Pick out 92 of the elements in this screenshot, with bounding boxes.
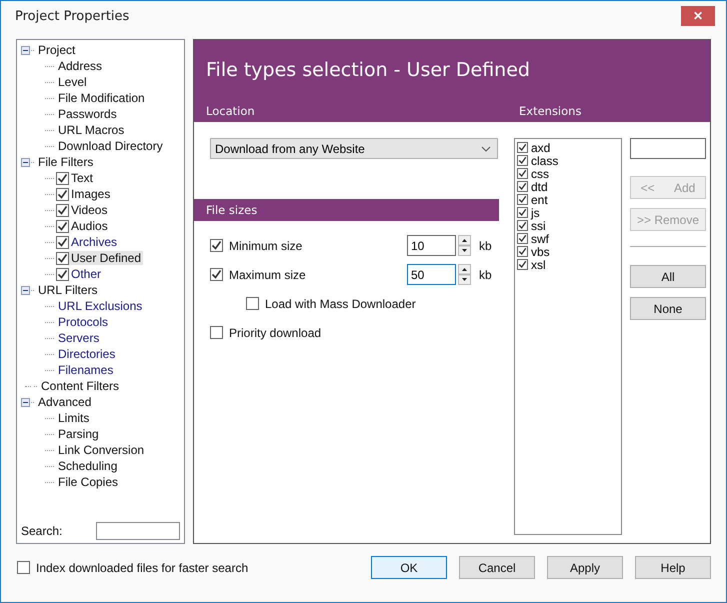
extension-item[interactable]: ssi — [531, 218, 546, 232]
dialog-button[interactable]: Cancel — [459, 556, 535, 579]
checkbox[interactable] — [517, 142, 528, 153]
select-none-button[interactable]: None — [630, 297, 706, 320]
tree-item[interactable]: Other — [69, 267, 104, 281]
checkbox[interactable] — [56, 268, 69, 280]
checkbox[interactable] — [517, 194, 528, 205]
location-heading: Location — [205, 104, 256, 118]
checkbox[interactable] — [246, 297, 259, 310]
option-label: Priority download — [229, 326, 322, 340]
dialog-button[interactable]: Help — [635, 556, 711, 579]
tree-item[interactable]: Advanced — [36, 395, 94, 409]
size-label: Maximum size — [229, 268, 306, 282]
tree-item[interactable]: Filenames — [56, 363, 116, 377]
checkbox[interactable] — [56, 220, 69, 232]
collapse-icon[interactable] — [21, 398, 30, 406]
checkbox[interactable] — [517, 181, 528, 192]
extension-item[interactable]: class — [531, 154, 558, 168]
select-all-button[interactable]: All — [630, 265, 706, 288]
size-label: Minimum size — [229, 238, 302, 252]
panel-title: File types selection - User Defined — [206, 59, 530, 81]
unit-label: kb — [478, 238, 493, 252]
chevron-down-icon — [481, 146, 491, 152]
tree-item[interactable]: Text — [69, 171, 96, 185]
checkbox[interactable] — [56, 188, 69, 200]
close-button[interactable]: ✕ — [681, 6, 715, 26]
checkbox[interactable] — [517, 259, 528, 270]
tree-item[interactable]: Passwords — [56, 107, 119, 121]
checkbox[interactable] — [56, 236, 69, 248]
tree-item[interactable]: File Modification — [56, 91, 147, 105]
tree-item[interactable]: Address — [56, 59, 104, 73]
tree-item[interactable]: Protocols — [56, 315, 110, 329]
tree-item[interactable]: Link Conversion — [56, 443, 146, 457]
size-field[interactable]: 50 — [407, 264, 456, 285]
tree-item[interactable]: URL Macros — [56, 123, 126, 137]
checkbox[interactable] — [56, 204, 69, 216]
checkbox[interactable] — [517, 155, 528, 166]
tree-item[interactable]: Download Directory — [56, 139, 165, 153]
tree-item[interactable]: Directories — [56, 347, 118, 361]
unit-label: kb — [478, 268, 493, 282]
tree-item[interactable]: Archives — [69, 235, 120, 249]
tree-item[interactable]: User Defined — [69, 251, 144, 265]
search-label: Search: — [21, 524, 62, 538]
checkbox[interactable] — [210, 268, 223, 281]
checkbox[interactable] — [517, 207, 528, 218]
checkbox[interactable] — [210, 239, 223, 252]
collapse-icon[interactable] — [21, 286, 30, 294]
tree-item[interactable]: Content Filters — [39, 379, 122, 393]
extension-item[interactable]: xsl — [531, 258, 546, 272]
tree-item[interactable]: Limits — [56, 411, 92, 425]
checkbox[interactable] — [517, 233, 528, 244]
extension-item[interactable]: axd — [531, 140, 550, 154]
option-label: Index downloaded files for faster search — [36, 560, 248, 574]
tree-item[interactable]: File Copies — [56, 475, 120, 489]
checkbox[interactable] — [517, 246, 528, 257]
checkbox[interactable] — [517, 220, 528, 231]
extension-item[interactable]: ent — [531, 192, 548, 206]
file-sizes-heading: File sizes — [205, 203, 258, 217]
size-field[interactable]: 10 — [407, 235, 456, 256]
collapse-icon[interactable] — [21, 158, 30, 166]
option-label: Load with Mass Downloader — [265, 296, 416, 310]
checkbox[interactable] — [210, 326, 223, 339]
extension-item[interactable]: dtd — [531, 180, 548, 194]
tree-item[interactable]: Level — [56, 75, 89, 89]
tree-item[interactable]: URL Exclusions — [56, 299, 144, 313]
tree-item[interactable]: Servers — [56, 331, 102, 345]
dialog-button[interactable]: Apply — [547, 556, 623, 579]
tree-item[interactable]: Project — [36, 43, 78, 57]
extension-item[interactable]: vbs — [531, 244, 550, 258]
extension-item[interactable]: js — [531, 206, 540, 220]
search-field[interactable] — [96, 522, 180, 540]
checkbox[interactable] — [56, 172, 69, 184]
tree-item[interactable]: Audios — [69, 219, 110, 233]
extensions-heading: Extensions — [518, 104, 582, 118]
location-dropdown[interactable]: Download from any Website — [210, 138, 498, 159]
extension-item[interactable]: css — [531, 166, 549, 180]
tree-item[interactable]: File Filters — [36, 155, 96, 169]
checkbox[interactable] — [517, 168, 528, 179]
checkbox[interactable] — [56, 252, 69, 264]
tree-item[interactable]: Images — [69, 187, 112, 201]
tree-item[interactable]: Parsing — [56, 427, 101, 441]
dialog-button[interactable]: OK — [371, 556, 447, 579]
tree-item[interactable]: Videos — [69, 203, 110, 217]
window-title: Project Properties — [15, 8, 130, 24]
spin-arrows-icon[interactable] — [458, 264, 471, 285]
extension-field[interactable] — [630, 138, 706, 159]
tree-item[interactable]: Scheduling — [56, 459, 120, 473]
spin-arrows-icon[interactable] — [458, 235, 471, 256]
checkbox[interactable] — [17, 561, 30, 574]
collapse-icon[interactable] — [21, 46, 30, 54]
extension-item[interactable]: swf — [531, 232, 549, 246]
tree-item[interactable]: URL Filters — [36, 283, 100, 297]
